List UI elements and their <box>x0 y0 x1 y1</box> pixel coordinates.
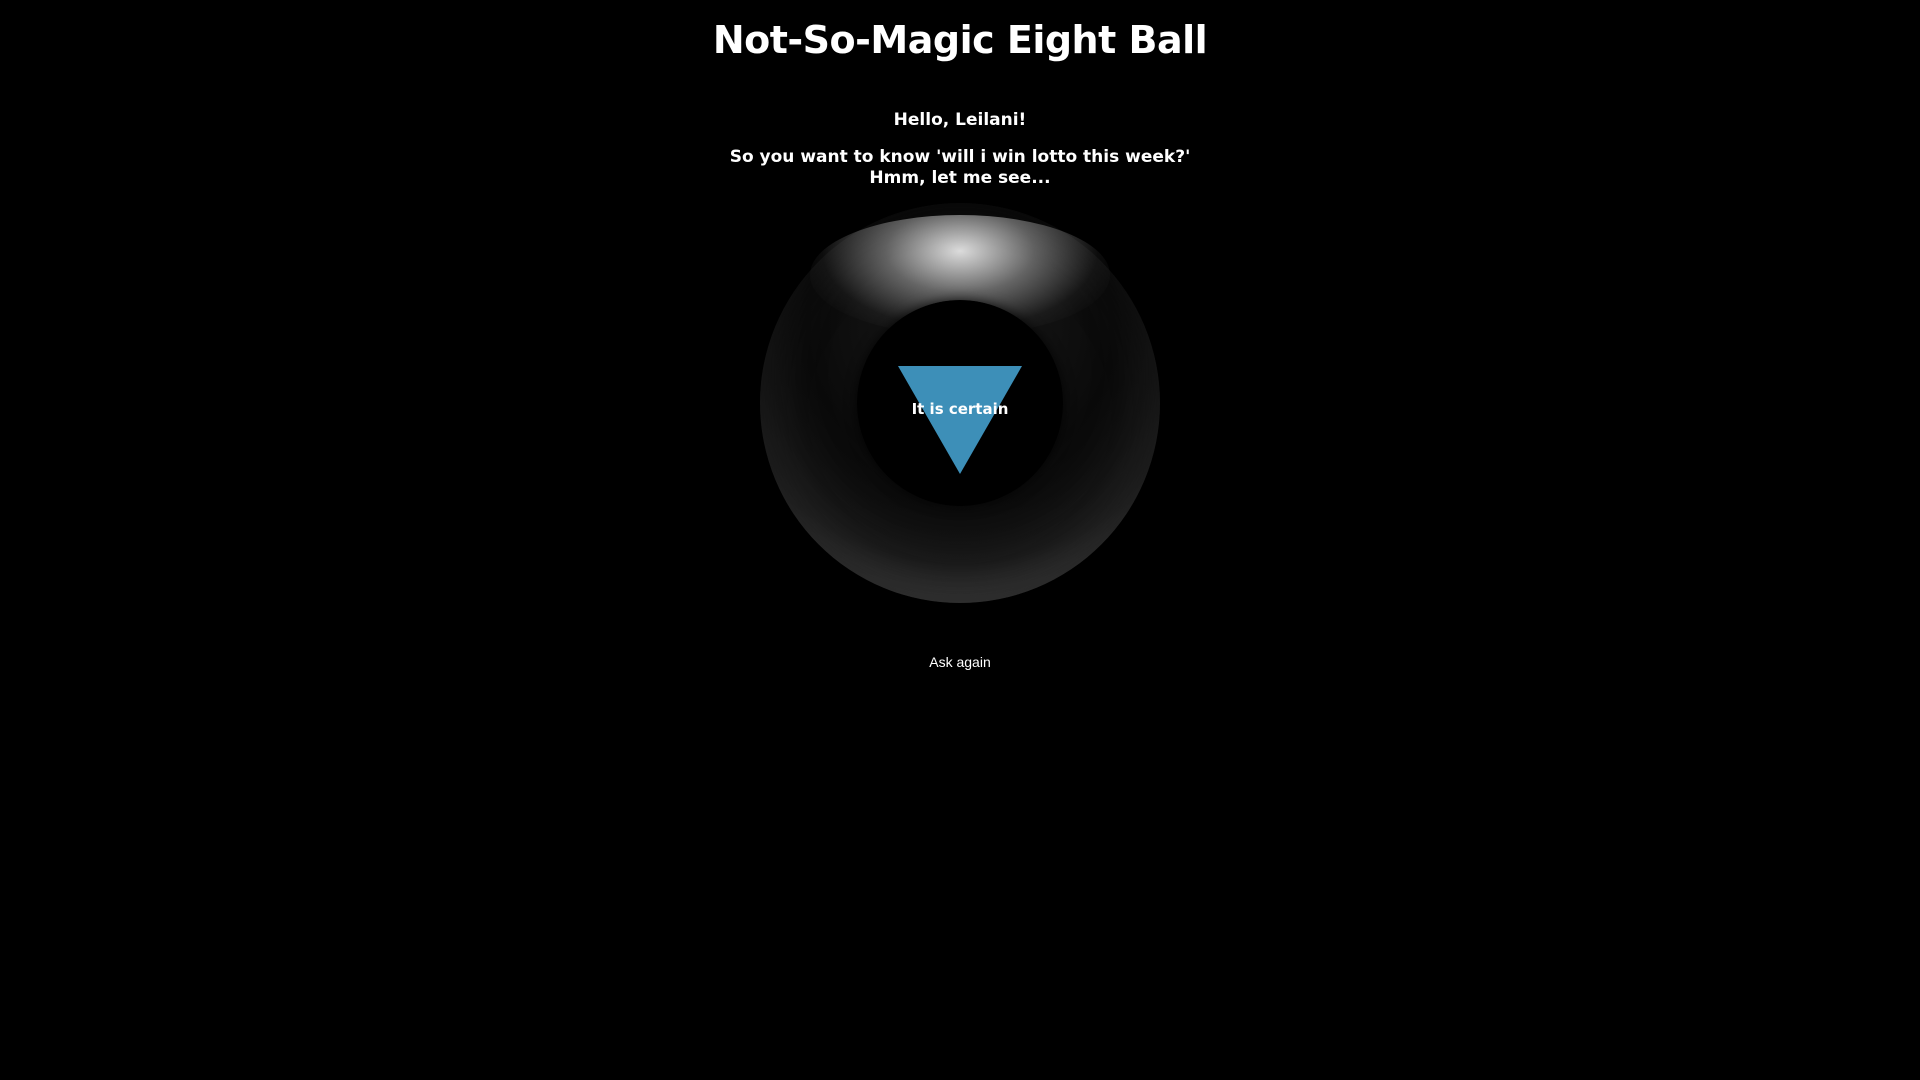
greeting-text: Hello, Leilani! <box>893 110 1027 130</box>
question-text: So you want to know 'will i win lotto th… <box>0 147 1920 189</box>
eight-ball: It is certain <box>760 203 1160 603</box>
ask-again-button[interactable]: Ask again <box>910 652 1010 672</box>
answer-text: It is certain <box>911 400 1009 418</box>
answer-triangle-icon <box>898 366 1022 474</box>
page-title: Not-So-Magic Eight Ball <box>712 18 1208 62</box>
thinking-line: Hmm, let me see... <box>869 168 1051 188</box>
question-line: So you want to know 'will i win lotto th… <box>729 147 1191 167</box>
page: Not-So-Magic Eight Ball Hello, Leilani! … <box>0 0 1920 1080</box>
